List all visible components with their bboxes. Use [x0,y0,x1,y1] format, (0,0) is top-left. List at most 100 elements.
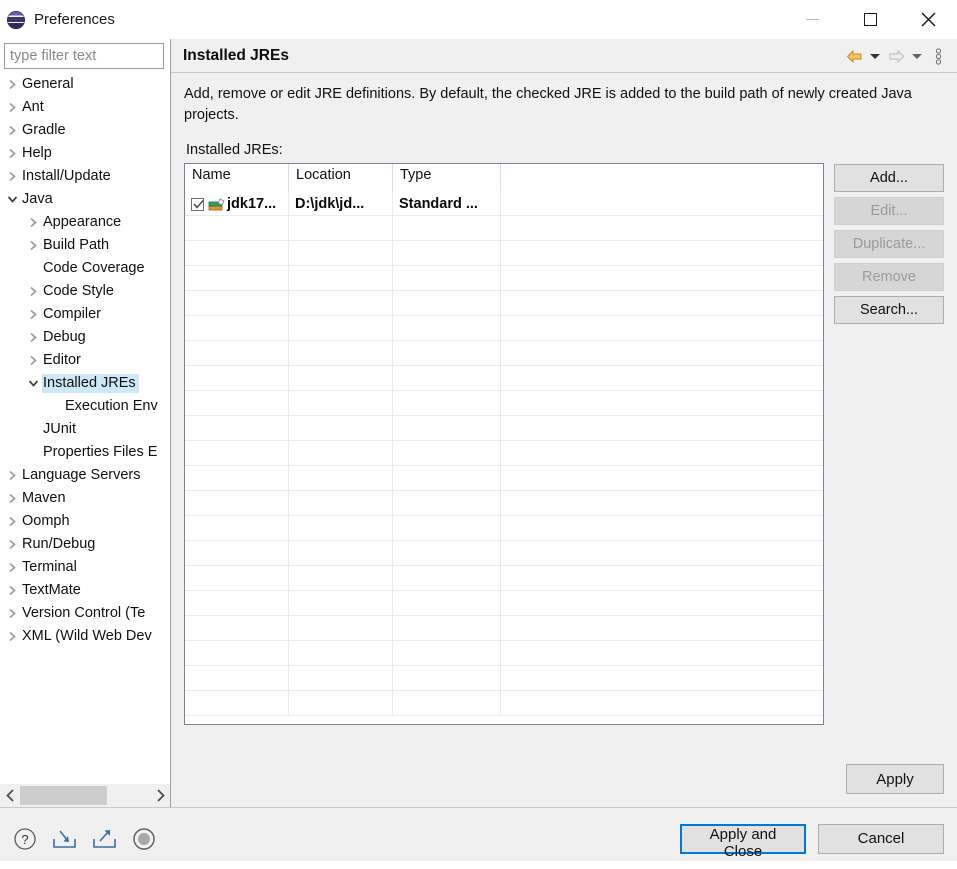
table-row-empty[interactable] [185,416,823,441]
sidebar-item-code-style[interactable]: Code Style [0,280,170,303]
sidebar-item-help[interactable]: Help [0,142,170,165]
table-row-empty[interactable] [185,616,823,641]
column-header-location[interactable]: Location [289,164,393,191]
back-history-button[interactable] [865,43,885,69]
chevron-right-icon[interactable] [4,539,21,550]
sidebar-item-general[interactable]: General [0,73,170,96]
chevron-right-icon[interactable] [25,240,42,251]
sidebar-item-build-path[interactable]: Build Path [0,234,170,257]
table-row-empty[interactable] [185,316,823,341]
sidebar-item-appearance[interactable]: Appearance [0,211,170,234]
close-button[interactable] [899,0,957,39]
table-row-empty[interactable] [185,266,823,291]
chevron-down-icon[interactable] [25,379,42,388]
sidebar-item-compiler[interactable]: Compiler [0,303,170,326]
chevron-right-icon[interactable] [4,562,21,573]
chevron-right-icon[interactable] [4,608,21,619]
search-input[interactable] [4,43,164,69]
table-row-empty[interactable] [185,441,823,466]
jre-checkbox[interactable] [191,197,204,211]
table-row-empty[interactable] [185,491,823,516]
back-button[interactable] [844,43,864,69]
sidebar-item-version-control-te[interactable]: Version Control (Te [0,602,170,625]
column-header-name[interactable]: Name [185,164,289,191]
sidebar-item-ant[interactable]: Ant [0,96,170,119]
chevron-right-icon[interactable] [150,784,170,808]
chevron-right-icon[interactable] [4,148,21,159]
table-row-empty[interactable] [185,591,823,616]
table-row-empty[interactable] [185,391,823,416]
table-row-empty[interactable] [185,341,823,366]
chevron-right-icon[interactable] [4,470,21,481]
column-header-type[interactable]: Type [393,164,501,191]
sidebar-item-terminal[interactable]: Terminal [0,556,170,579]
chevron-right-icon[interactable] [25,355,42,366]
table-row-empty[interactable] [185,691,823,716]
table-row-empty[interactable] [185,566,823,591]
chevron-right-icon[interactable] [4,516,21,527]
chevron-down-icon[interactable] [4,195,21,204]
sidebar-item-installed-jres[interactable]: Installed JREs [0,372,170,395]
table-row-empty[interactable] [185,291,823,316]
cell-name[interactable]: jdk17... [185,191,289,215]
table-row-empty[interactable] [185,241,823,266]
installed-jres-table[interactable]: Name Location Type jdk17... D:\jdk\jd... Sta… [184,163,824,725]
import-icon[interactable] [51,826,78,852]
forward-history-button[interactable] [907,43,927,69]
chevron-right-icon[interactable] [4,631,21,642]
chevron-right-icon[interactable] [4,102,21,113]
cancel-button[interactable]: Cancel [818,823,944,854]
table-row-empty[interactable] [185,466,823,491]
sidebar-item-run-debug[interactable]: Run/Debug [0,533,170,556]
table-row-empty[interactable] [185,666,823,691]
sidebar-item-language-servers[interactable]: Language Servers [0,464,170,487]
chevron-right-icon[interactable] [4,79,21,90]
chevron-right-icon[interactable] [4,125,21,136]
view-menu-button[interactable] [928,43,948,69]
table-row[interactable]: jdk17... D:\jdk\jd... Standard ... [185,191,823,216]
scrollbar-thumb[interactable] [20,785,107,805]
table-row-empty[interactable] [185,641,823,666]
apply-and-close-button[interactable]: Apply and Close [680,823,806,860]
table-row-empty[interactable] [185,366,823,391]
sidebar-item-debug[interactable]: Debug [0,326,170,349]
cell-type[interactable]: Standard ... [393,191,501,215]
chevron-right-icon[interactable] [4,585,21,596]
sidebar-item-textmate[interactable]: TextMate [0,579,170,602]
oomph-recorder-icon[interactable] [131,826,157,852]
table-row-empty[interactable] [185,541,823,566]
sidebar-item-maven[interactable]: Maven [0,487,170,510]
sidebar-item-gradle[interactable]: Gradle [0,119,170,142]
chevron-right-icon[interactable] [4,493,21,504]
add-button[interactable]: Add... [834,164,944,192]
export-icon[interactable] [91,826,118,852]
sidebar-item-execution-env[interactable]: Execution Env [0,395,170,418]
cell-location[interactable]: D:\jdk\jd... [289,191,393,215]
chevron-right-icon[interactable] [25,217,42,228]
table-row-empty[interactable] [185,516,823,541]
tree-horizontal-scrollbar[interactable] [0,783,170,807]
chevron-right-icon[interactable] [25,332,42,343]
apply-button[interactable]: Apply [846,764,944,794]
preferences-tree[interactable]: General Ant Gradle Help Install/Update Java Ap… [0,72,170,783]
table-row-empty[interactable] [185,216,823,241]
sidebar-item-junit[interactable]: JUnit [0,418,170,441]
sidebar-item-oomph[interactable]: Oomph [0,510,170,533]
maximize-button[interactable] [841,0,899,39]
table-body[interactable]: jdk17... D:\jdk\jd... Standard ... [185,191,823,716]
scrollbar-track[interactable] [20,784,150,808]
sidebar-item-editor[interactable]: Editor [0,349,170,372]
sidebar-item-code-coverage[interactable]: Code Coverage [0,257,170,280]
forward-button[interactable] [886,43,906,69]
help-icon[interactable]: ? [12,826,38,852]
chevron-left-icon[interactable] [0,784,20,808]
chevron-right-icon[interactable] [4,171,21,182]
sidebar-item-xml-wild-web-dev[interactable]: XML (Wild Web Dev [0,625,170,648]
minimize-button[interactable] [783,0,841,39]
sidebar-item-properties-files-e[interactable]: Properties Files E [0,441,170,464]
search-button[interactable]: Search... [834,296,944,324]
sidebar-item-java[interactable]: Java [0,188,170,211]
chevron-right-icon[interactable] [25,286,42,297]
column-header-blank[interactable] [501,164,823,191]
chevron-right-icon[interactable] [25,309,42,320]
